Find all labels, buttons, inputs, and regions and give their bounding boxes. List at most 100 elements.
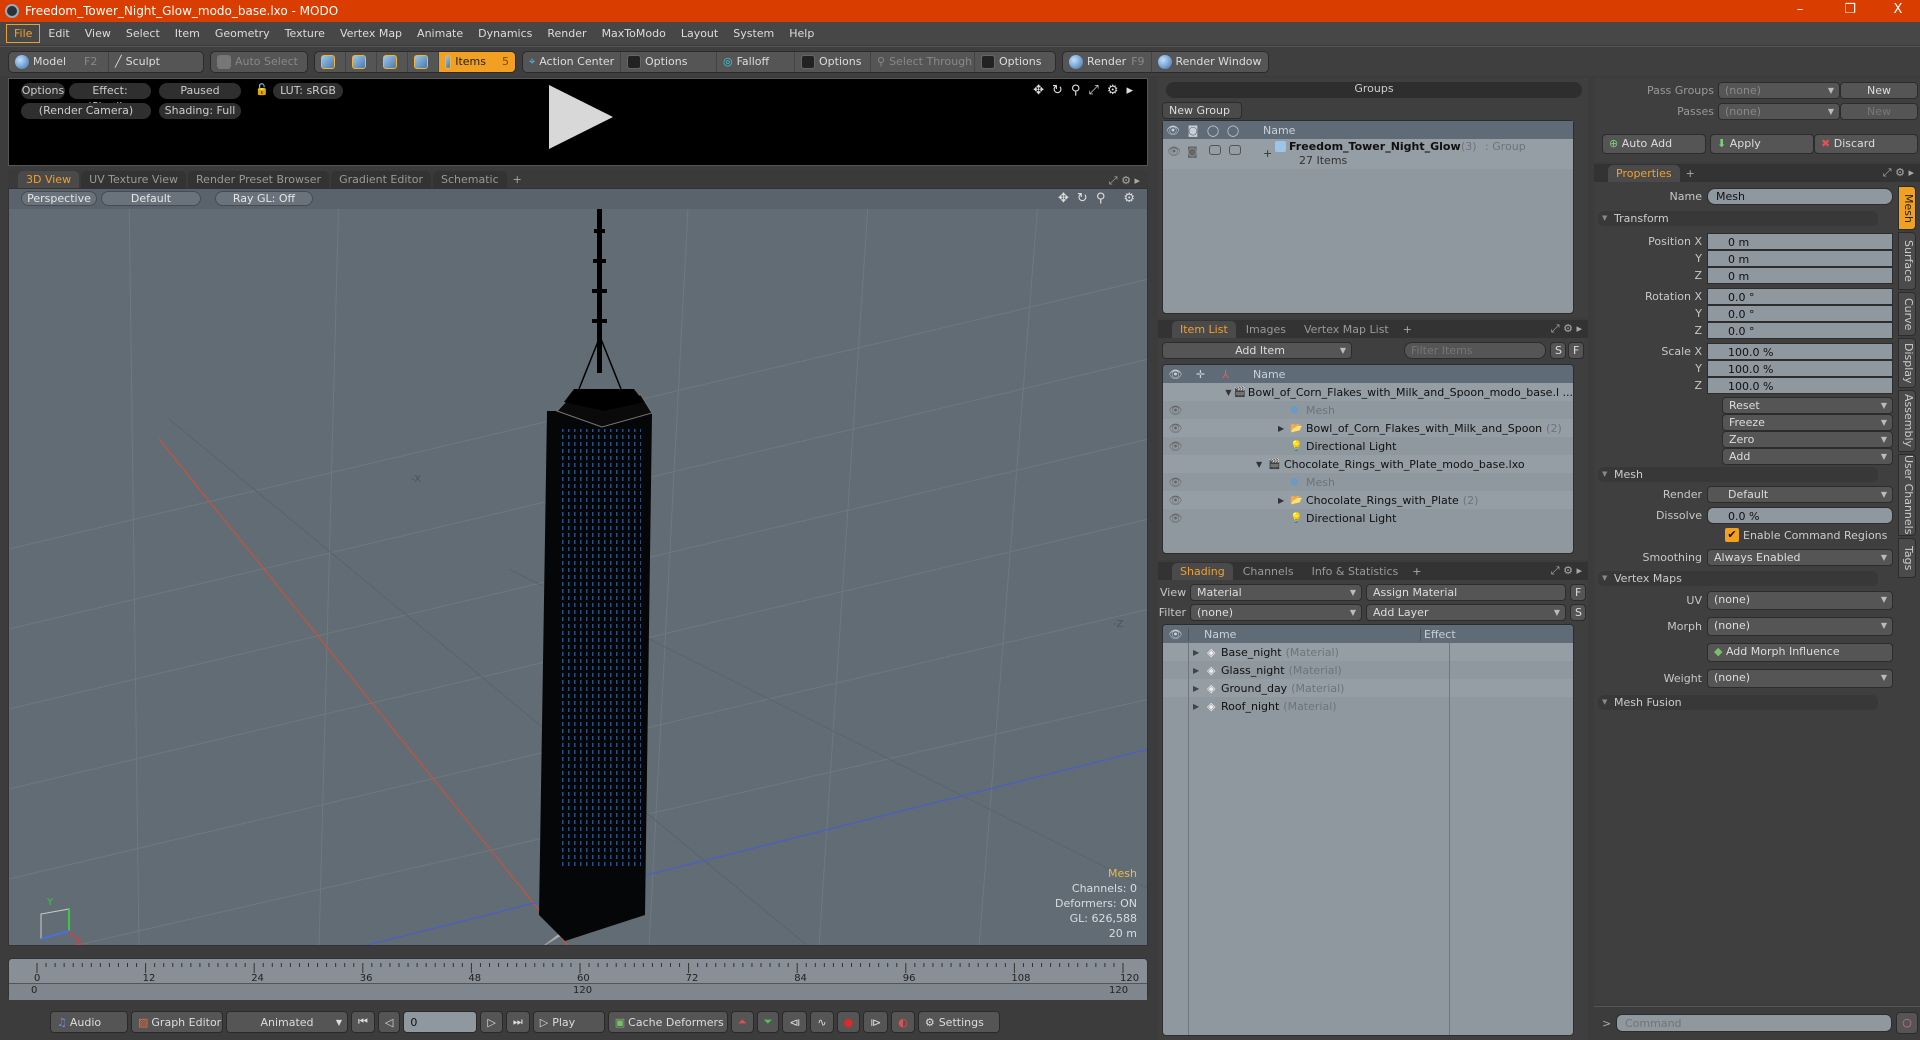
morph-dropdown[interactable]: (none) bbox=[1707, 617, 1893, 636]
tab-vertex-map-list[interactable]: Vertex Map List bbox=[1295, 320, 1397, 338]
expand-arrow-icon[interactable]: ▶ bbox=[1193, 648, 1207, 657]
apply-button[interactable]: ⬇ Apply bbox=[1710, 134, 1814, 154]
locator-col-icon[interactable]: ⅄ bbox=[1213, 368, 1238, 381]
command-regions-checkbox[interactable]: ✔ bbox=[1725, 528, 1739, 542]
gear-icon[interactable]: ⚙ bbox=[1563, 564, 1573, 577]
auto-select-button[interactable]: Auto Select bbox=[211, 52, 307, 72]
mesh-section-header[interactable]: Mesh bbox=[1598, 467, 1878, 482]
scale-x-input[interactable]: 100.0 % bbox=[1707, 343, 1893, 360]
tab-3d-view[interactable]: 3D View bbox=[18, 171, 80, 188]
render-dropdown[interactable]: Default bbox=[1707, 486, 1893, 503]
maximize-icon[interactable]: ⤢ bbox=[1551, 564, 1560, 577]
rotation-z-input[interactable]: 0.0 ° bbox=[1707, 322, 1893, 339]
settings-button[interactable]: ⚙ Settings bbox=[917, 1011, 1000, 1033]
add-tab-button[interactable]: + bbox=[1682, 165, 1699, 182]
tab-uv-texture-view[interactable]: UV Texture View bbox=[81, 171, 187, 188]
rotate-icon[interactable]: ↻ bbox=[1052, 83, 1063, 98]
menu-geometry[interactable]: Geometry bbox=[208, 25, 277, 42]
mesh-fusion-section-header[interactable]: Mesh Fusion bbox=[1598, 695, 1878, 710]
tab-item-list[interactable]: Item List bbox=[1172, 320, 1236, 338]
position-x-input[interactable]: 0 m bbox=[1707, 233, 1893, 250]
item-list-row[interactable]: ▼ 🎬 Bowl_of_Corn_Flakes_with_Milk_and_Spoo… bbox=[1163, 383, 1573, 401]
add-layer-dropdown[interactable]: Add Layer bbox=[1366, 604, 1566, 621]
go-to-end-button[interactable]: ⏭ bbox=[505, 1011, 530, 1033]
item-list-row[interactable]: 👁 ▶ 📂 Chocolate_Rings_with_Plate (2) bbox=[1163, 491, 1573, 509]
scale-y-input[interactable]: 100.0 % bbox=[1707, 360, 1893, 377]
maximize-icon[interactable]: ⤢ bbox=[1088, 83, 1098, 98]
add-transform-dropdown[interactable]: Add bbox=[1722, 448, 1893, 465]
position-y-input[interactable]: 0 m bbox=[1707, 250, 1893, 267]
pan-icon[interactable]: ✥ bbox=[1033, 83, 1044, 98]
visibility-col-icon[interactable]: 👁 bbox=[1163, 628, 1188, 641]
tab-gradient-editor[interactable]: Gradient Editor bbox=[331, 171, 431, 188]
tab-render-preset-browser[interactable]: Render Preset Browser bbox=[188, 171, 330, 188]
zoom-icon[interactable]: ⚲ bbox=[1096, 191, 1106, 206]
expand-arrow-icon[interactable]: ▸ bbox=[1576, 322, 1582, 335]
item-list-row[interactable]: 👁 ▶ 📂 Bowl_of_Corn_Flakes_with_Milk_and_Spo… bbox=[1163, 419, 1573, 437]
select-through-options-button[interactable]: Options bbox=[975, 52, 1055, 72]
item-list-row[interactable]: 👁 💡 Directional Light bbox=[1163, 509, 1573, 527]
smoothing-dropdown[interactable]: Always Enabled bbox=[1707, 549, 1893, 566]
select-through-button[interactable]: ⚲ Select Through bbox=[871, 51, 975, 72]
filter-f-button[interactable]: F bbox=[1568, 342, 1584, 359]
3d-viewport[interactable]: Y X -X -Z Perspective Default Ray GL: Of… bbox=[8, 188, 1148, 946]
auto-add-button[interactable]: ⊕ Auto Add bbox=[1602, 134, 1706, 154]
key-tools-button[interactable]: ◐ bbox=[891, 1011, 915, 1033]
lut-dropdown[interactable]: LUT: sRGB bbox=[273, 83, 343, 99]
edges-mode-button[interactable] bbox=[346, 51, 377, 72]
expand-arrow-icon[interactable]: ▸ bbox=[1576, 564, 1582, 577]
unlock-icon[interactable]: 🔓 bbox=[255, 83, 269, 96]
raygl-toggle[interactable]: Ray GL: Off bbox=[215, 191, 313, 206]
menu-help[interactable]: Help bbox=[782, 25, 821, 42]
filter-dropdown[interactable]: (none) bbox=[1190, 604, 1362, 621]
freeze-transform-dropdown[interactable]: Freeze bbox=[1722, 414, 1893, 431]
side-tab-assembly[interactable]: Assembly bbox=[1898, 390, 1916, 452]
transform-section-header[interactable]: Transform bbox=[1598, 211, 1878, 226]
expand-arrow-icon[interactable]: ▶ bbox=[1278, 424, 1290, 433]
scale-z-input[interactable]: 100.0 % bbox=[1707, 377, 1893, 394]
new-pass-group-button[interactable]: New bbox=[1840, 82, 1918, 99]
add-item-dropdown[interactable]: Add Item bbox=[1162, 342, 1352, 359]
polygons-mode-button[interactable] bbox=[377, 51, 408, 72]
filter-items-input[interactable] bbox=[1404, 342, 1546, 359]
material-row[interactable]: ▶ ◈ Base_night (Material) bbox=[1163, 643, 1573, 661]
item-list-row[interactable]: ▼ 🎬 Chocolate_Rings_with_Plate_modo_base.l… bbox=[1163, 455, 1573, 473]
expand-arrow-icon[interactable]: ▸ bbox=[1908, 166, 1914, 179]
reset-transform-dropdown[interactable]: Reset bbox=[1722, 397, 1893, 414]
close-button[interactable]: X bbox=[1878, 0, 1918, 22]
add-tab-button[interactable]: + bbox=[1408, 563, 1425, 580]
tab-info-statistics[interactable]: Info & Statistics bbox=[1303, 562, 1407, 580]
expand-arrow-icon[interactable]: ▸ bbox=[1126, 83, 1133, 98]
tab-schematic[interactable]: Schematic bbox=[433, 171, 507, 188]
new-pass-button[interactable]: New bbox=[1840, 103, 1918, 120]
shading-dropdown[interactable]: Shading: Full bbox=[159, 103, 241, 119]
add-tab-button[interactable]: + bbox=[509, 171, 526, 188]
pass-groups-dropdown[interactable]: (none) bbox=[1718, 82, 1840, 99]
cache-deformers-button[interactable]: ▣ Cache Deformers bbox=[607, 1011, 728, 1033]
item-name-input[interactable] bbox=[1707, 188, 1893, 205]
command-input[interactable] bbox=[1616, 1014, 1892, 1032]
effect-column-header[interactable]: Effect bbox=[1420, 627, 1456, 641]
vertices-mode-button[interactable] bbox=[315, 51, 346, 72]
lock-col-icon[interactable]: ◯ bbox=[1203, 124, 1223, 137]
material-row[interactable]: ▶ ◈ Glass_night (Material) bbox=[1163, 661, 1573, 679]
timeline[interactable]: 0 12 24 36 48 60 72 84 96 108 120 0 120 120 bbox=[8, 958, 1148, 1000]
falloff-button[interactable]: ◎ Falloff bbox=[717, 51, 795, 72]
zero-transform-dropdown[interactable]: Zero bbox=[1722, 431, 1893, 448]
rotate-icon[interactable]: ↻ bbox=[1077, 191, 1088, 206]
visibility-col-icon[interactable]: 👁 bbox=[1163, 124, 1183, 137]
name-column-header[interactable]: Name bbox=[1253, 368, 1285, 381]
weight-dropdown[interactable]: (none) bbox=[1707, 669, 1893, 688]
shading-s-button[interactable]: S bbox=[1570, 604, 1586, 621]
auto-key-button[interactable]: ∿ bbox=[810, 1011, 834, 1033]
side-tab-mesh[interactable]: Mesh bbox=[1898, 186, 1916, 230]
add-tab-button[interactable]: + bbox=[1399, 321, 1416, 338]
projection-dropdown[interactable]: Perspective bbox=[21, 191, 97, 206]
menu-maxtomodo[interactable]: MaxToModo bbox=[595, 25, 673, 42]
expand-plus-icon[interactable]: + bbox=[1263, 147, 1272, 160]
menu-vertex-map[interactable]: Vertex Map bbox=[333, 25, 409, 42]
maximize-icon[interactable]: ⤢ bbox=[1883, 166, 1892, 179]
action-center-options-button[interactable]: Options bbox=[621, 51, 717, 72]
next-key-button[interactable]: ▷ bbox=[480, 1011, 503, 1033]
render-camera-dropdown[interactable]: (Render Camera) bbox=[21, 103, 151, 119]
